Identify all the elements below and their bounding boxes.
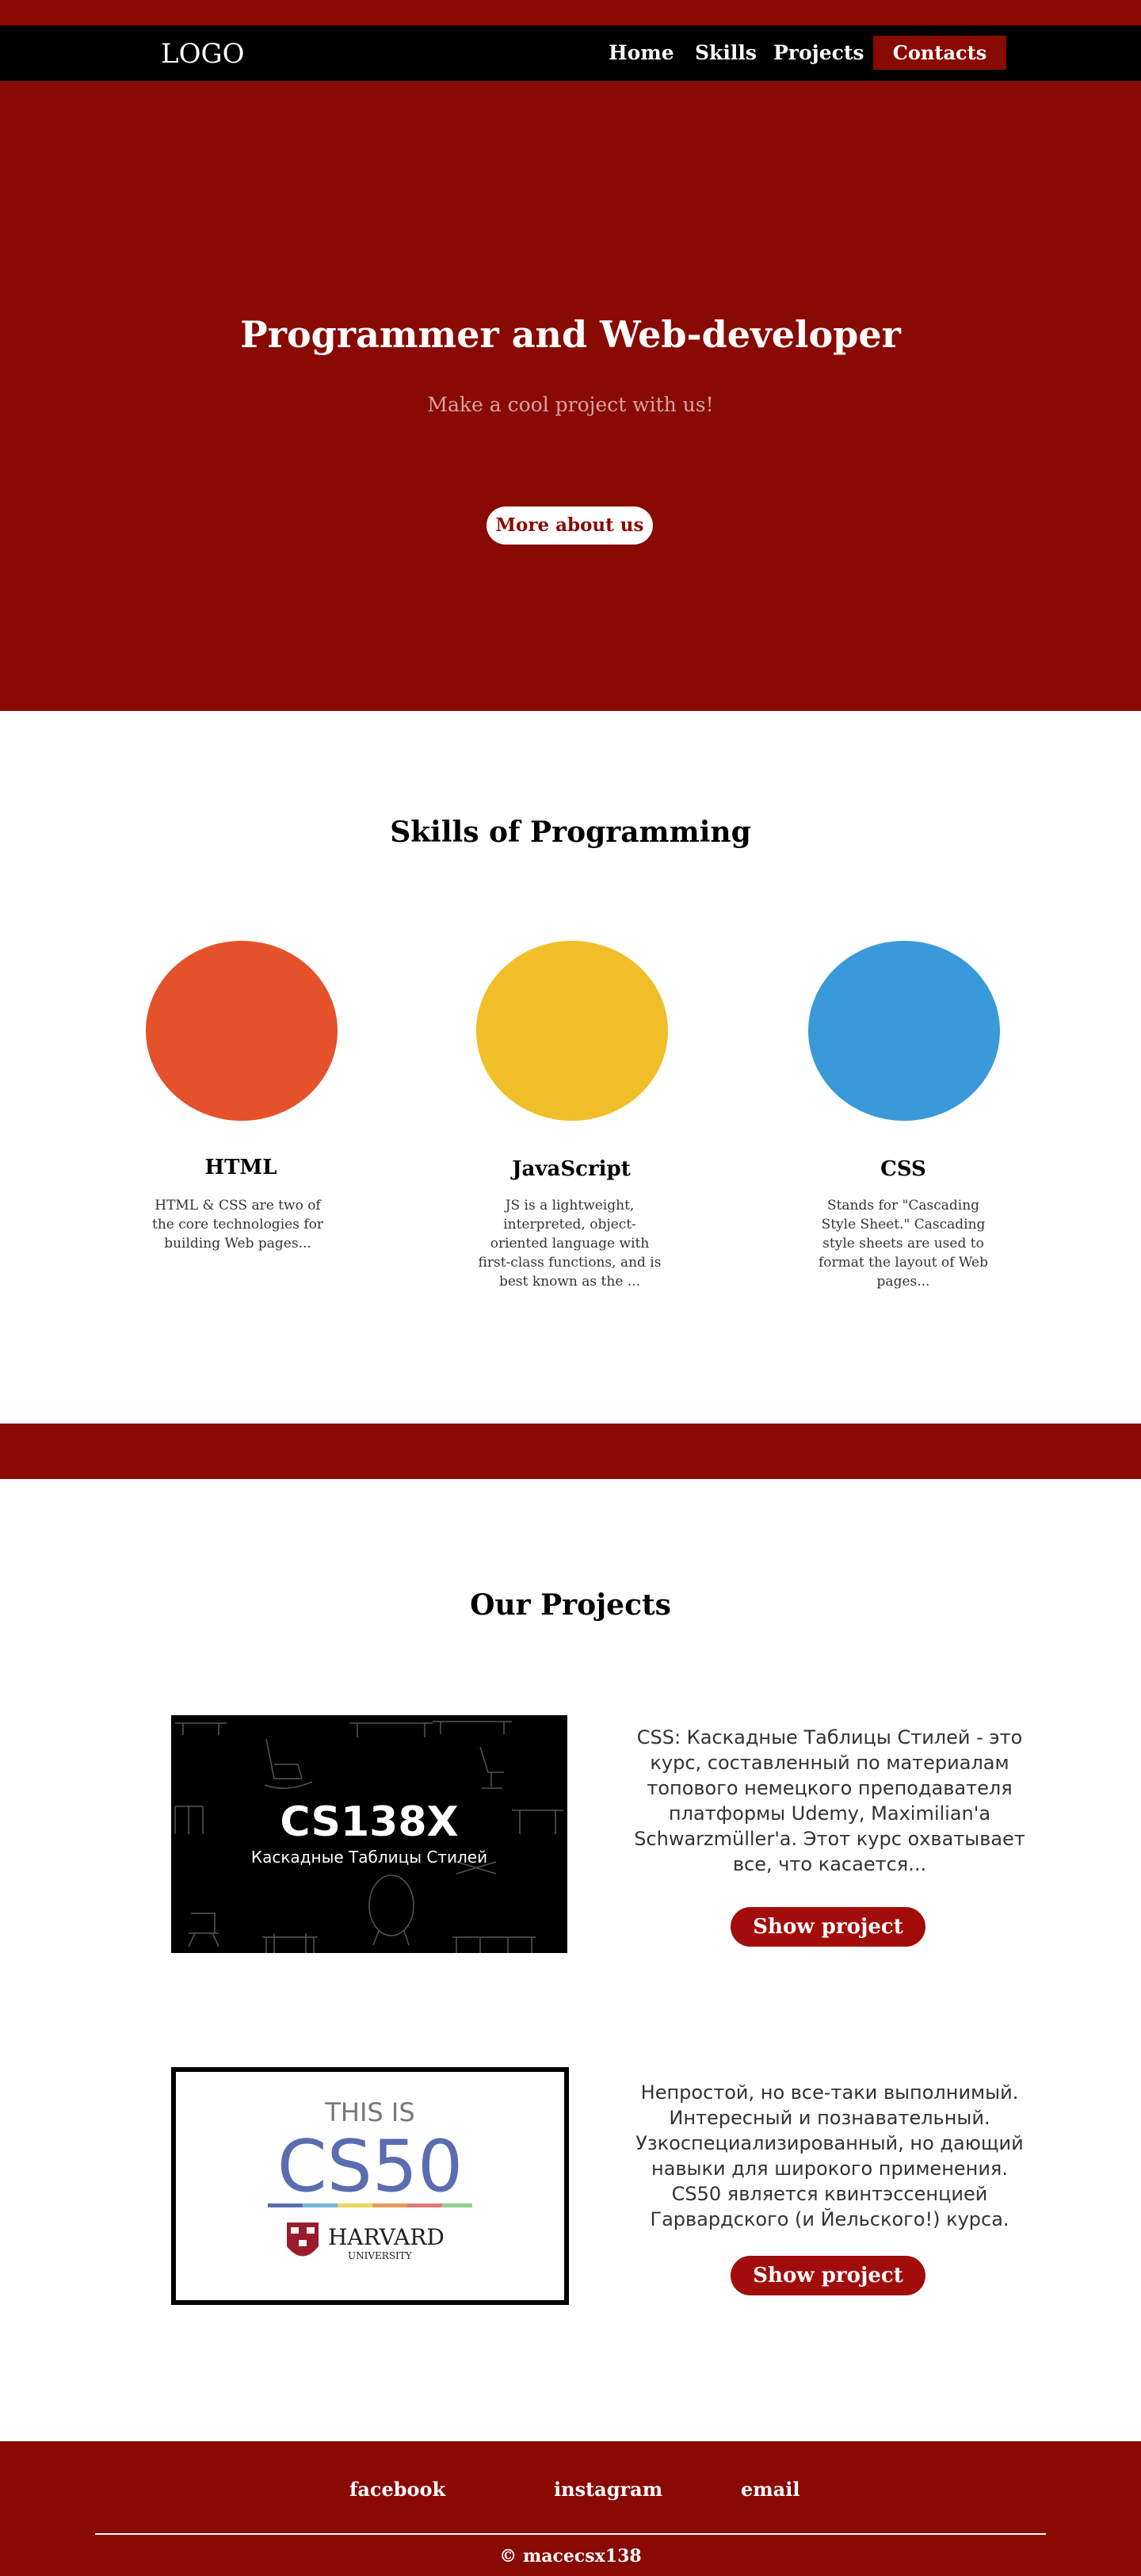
skill-name-javascript: JavaScript xyxy=(512,1157,631,1181)
html-skill-circle xyxy=(146,941,338,1121)
harvard-shield-icon xyxy=(287,2222,319,2257)
nav-link-skills[interactable]: Skills xyxy=(695,41,757,64)
copyright: © macecsx138 xyxy=(499,2546,642,2566)
header-top-strip xyxy=(0,0,1141,25)
skill-desc-javascript: JS is a lightweight, interpreted, object… xyxy=(478,1198,662,1290)
cs50-logo: THIS IS CS50 HARVARD UNIVERSITY xyxy=(268,2097,472,2261)
show-project-button-1[interactable]: Show project xyxy=(731,1907,925,1947)
cs138x-course-image: CS138X Каскадные Таблицы Стилей xyxy=(171,1715,567,1953)
furniture-sketch-background: CS138X Каскадные Таблицы Стилей xyxy=(174,1721,563,1953)
javascript-skill-circle xyxy=(476,941,668,1121)
cs138x-image-title: CS138X xyxy=(280,1798,458,1846)
project-desc-cs50: Непростой, но все-таки выполнимый. Интер… xyxy=(635,2081,1024,2230)
hero-title: Programmer and Web-developer xyxy=(240,313,901,356)
skill-desc-css: Stands for "Cascading Style Sheet." Casc… xyxy=(819,1198,988,1290)
cs50-course-image: THIS IS CS50 HARVARD UNIVERSITY xyxy=(171,2067,569,2305)
skill-name-html: HTML xyxy=(204,1156,277,1179)
harvard-university-text: UNIVERSITY xyxy=(348,2250,413,2261)
footer-link-email[interactable]: email xyxy=(741,2478,799,2501)
skills-title: Skills of Programming xyxy=(390,816,751,849)
section-divider xyxy=(0,1424,1141,1479)
project-desc-cs138x: CSS: Каскадные Таблицы Стилей - это курс… xyxy=(634,1726,1025,1875)
logo[interactable]: LOGO xyxy=(161,38,245,70)
cs50-image-top-text: THIS IS xyxy=(324,2097,414,2127)
skill-name-css: CSS xyxy=(880,1157,926,1181)
footer-link-instagram[interactable]: instagram xyxy=(554,2478,662,2501)
cs138x-image-subtitle: Каскадные Таблицы Стилей xyxy=(251,1848,487,1867)
hero-subtitle: Make a cool project with us! xyxy=(427,393,714,416)
css-skill-circle xyxy=(808,941,1000,1121)
harvard-wordmark: HARVARD xyxy=(328,2224,445,2250)
show-project-button-2[interactable]: Show project xyxy=(731,2256,925,2295)
footer-divider xyxy=(95,2533,1046,2535)
contacts-button[interactable]: Contacts xyxy=(873,36,1006,70)
skill-desc-html: HTML & CSS are two of the core technolog… xyxy=(152,1198,323,1252)
footer-link-facebook[interactable]: facebook xyxy=(349,2478,445,2501)
cs50-image-title: CS50 xyxy=(277,2125,464,2208)
nav-link-home[interactable]: Home xyxy=(609,41,674,64)
projects-title: Our Projects xyxy=(470,1588,671,1622)
more-about-us-button[interactable]: More about us xyxy=(487,506,653,545)
nav-link-projects[interactable]: Projects xyxy=(773,41,864,64)
